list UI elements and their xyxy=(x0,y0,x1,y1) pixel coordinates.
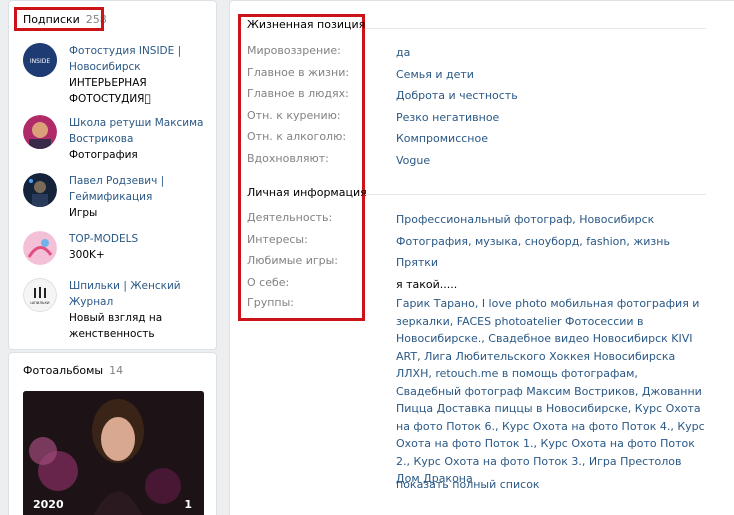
subscription-desc: ИНТЕРЬЕРНАЯ ФОТОСТУДИЯ⃞ xyxy=(69,77,151,105)
row-label: Главное в людях: xyxy=(247,87,349,100)
subscription-name[interactable]: Фотостудия INSIDE | Новосибирск xyxy=(69,43,214,75)
row-label: О себе: xyxy=(247,276,290,289)
avatar-shpilki-text: ШПИЛЬКИ xyxy=(30,301,50,305)
highlight-subscriptions xyxy=(14,7,104,31)
subscription-desc: Новый взгляд на женственность xyxy=(69,312,163,340)
row-value[interactable]: Профессиональный фотограф, Новосибирск xyxy=(396,211,706,229)
row-label: Интересы: xyxy=(247,233,308,246)
albums-count: 14 xyxy=(109,364,124,377)
avatar-inside-text: INSIDE xyxy=(30,58,50,65)
show-full-list-link[interactable]: показать полный список xyxy=(396,478,540,491)
row-value[interactable]: Семья и дети xyxy=(396,66,706,84)
avatar[interactable] xyxy=(23,173,57,207)
subscriptions-block: Подписки 258 INSIDE Фотостудия INSIDE | Н… xyxy=(8,0,217,350)
row-label: Отн. к алкоголю: xyxy=(247,130,347,143)
avatar[interactable]: INSIDE xyxy=(23,43,57,77)
albums-title[interactable]: Фотоальбомы xyxy=(23,364,103,377)
divider xyxy=(365,194,706,195)
row-value[interactable]: да xyxy=(396,44,706,62)
photo-albums-block: Фотоальбомы 14 2020 1 xyxy=(8,352,217,515)
avatar[interactable]: ШПИЛЬКИ xyxy=(23,278,57,312)
subscription-desc: 300K+ xyxy=(69,249,105,261)
row-label: Группы: xyxy=(247,296,294,309)
subscription-name[interactable]: TOP-MODELS xyxy=(69,231,214,247)
highlight-labels xyxy=(238,14,365,321)
subscription-desc: Фотография xyxy=(69,149,138,161)
row-label: Мировоззрение: xyxy=(247,44,341,57)
row-label: Любимые игры: xyxy=(247,254,339,267)
row-value[interactable]: Vogue xyxy=(396,152,706,170)
subscription-name[interactable]: Шпильки | Женский Журнал xyxy=(69,278,214,310)
row-label: Деятельность: xyxy=(247,211,333,224)
subscription-desc: Игры xyxy=(69,207,98,219)
avatar[interactable] xyxy=(23,231,57,265)
albums-header[interactable]: Фотоальбомы 14 xyxy=(23,364,123,377)
album-title: 2020 xyxy=(33,498,64,511)
avatar[interactable] xyxy=(23,115,57,149)
subscription-name[interactable]: Павел Родзевич | Геймификация xyxy=(69,173,214,205)
divider xyxy=(365,28,706,29)
groups-list[interactable]: Гарик Тарано, I love photo мобильная фот… xyxy=(396,295,706,488)
row-label: Главное в жизни: xyxy=(247,66,350,79)
row-value[interactable]: Резко негативное xyxy=(396,109,706,127)
life-position-title: Жизненная позиция xyxy=(247,18,366,31)
album-cover[interactable]: 2020 1 xyxy=(23,391,204,515)
row-label: Вдохновляют: xyxy=(247,152,329,165)
row-value[interactable]: Прятки xyxy=(396,254,706,272)
row-value[interactable]: Компромиссное xyxy=(396,130,706,148)
personal-info-title: Личная информация xyxy=(247,186,367,199)
album-photo-count: 1 xyxy=(184,498,192,511)
row-value[interactable]: Доброта и честность xyxy=(396,87,706,105)
subscription-name[interactable]: Школа ретуши Максима Вострикова xyxy=(69,115,214,147)
row-value: я такой..... xyxy=(396,278,458,291)
row-label: Отн. к курению: xyxy=(247,109,341,122)
row-value[interactable]: Фотография, музыка, сноуборд, fashion, ж… xyxy=(396,233,706,251)
